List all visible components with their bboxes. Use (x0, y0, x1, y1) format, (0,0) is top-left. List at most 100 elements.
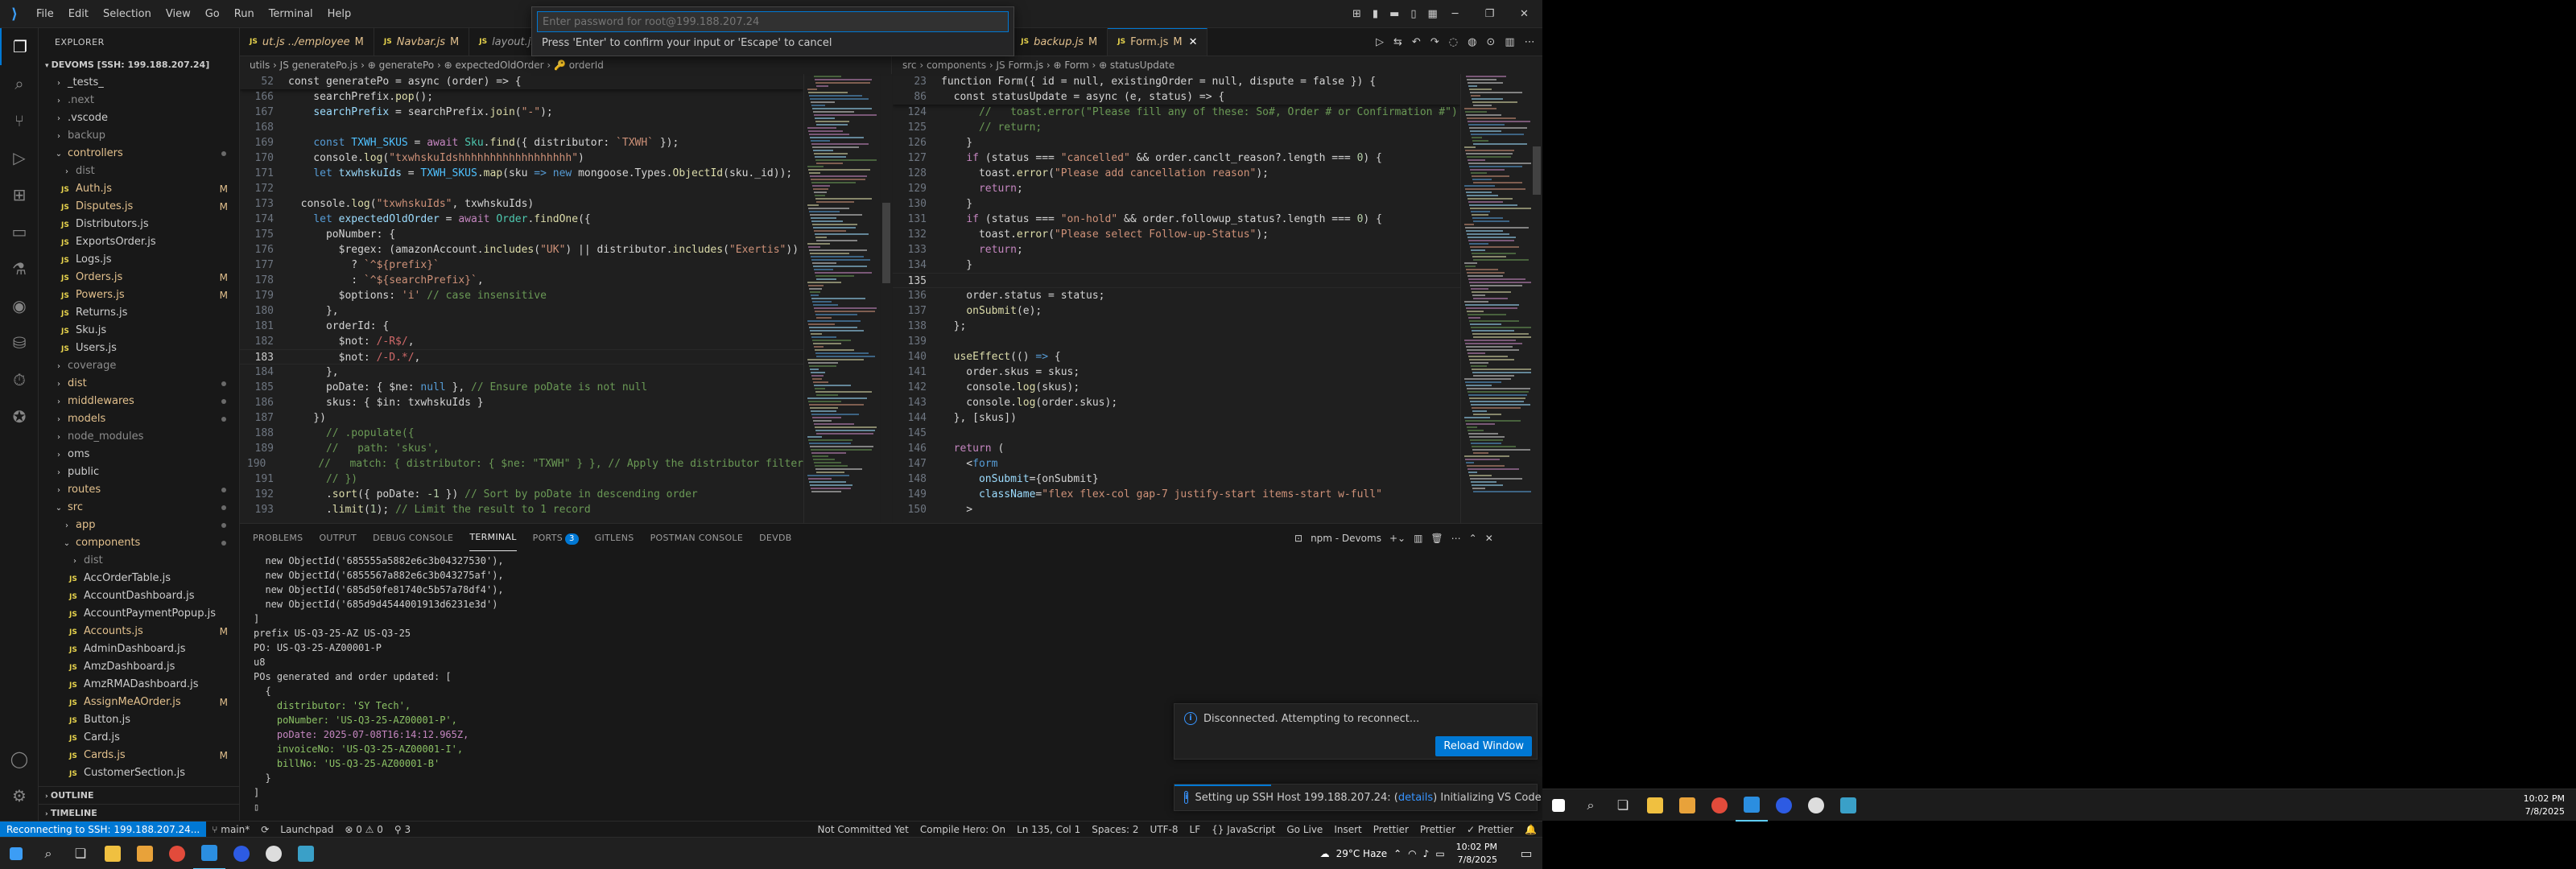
prettier-3[interactable]: ✓ Prettier (1461, 822, 1519, 838)
tab-close-icon[interactable]: ✕ (1189, 28, 1198, 56)
account-icon[interactable]: ⊞ (1352, 8, 1361, 20)
split-terminal-icon[interactable]: ▥ (1414, 533, 1422, 544)
minimap-left[interactable] (803, 74, 880, 523)
tree-file[interactable]: JS Disputes.js M (39, 198, 239, 216)
prettier-2[interactable]: Prettier (1414, 822, 1461, 838)
more-actions-icon[interactable]: ⋯ (1525, 36, 1535, 48)
scrollbar-right[interactable] (1531, 74, 1542, 523)
remote-indicator[interactable]: Reconnecting to SSH: 199.188.207.24... (0, 821, 207, 837)
cursor-position[interactable]: Ln 135, Col 1 (1011, 822, 1086, 838)
panel-tab-terminal[interactable]: TERMINAL (469, 525, 517, 551)
close-panel-icon[interactable]: ✕ (1485, 533, 1493, 544)
password-input[interactable] (537, 11, 1009, 32)
language-mode[interactable]: {} JavaScript (1206, 822, 1281, 838)
tree-file[interactable]: JS Auth.js M (39, 180, 239, 198)
tree-folder[interactable]: ⌄ controllers (39, 145, 239, 163)
breadcrumb-left[interactable]: utils › JS generatePo.js › ⊕ generatePo … (240, 56, 891, 74)
notifications-bell-icon[interactable]: 🔔 (1519, 822, 1542, 838)
preview-icon[interactable]: ⊙ (1486, 36, 1495, 48)
kill-terminal-icon[interactable]: 🗑 (1430, 533, 1443, 544)
run-debug-icon[interactable]: ▷ (0, 139, 39, 176)
scrollbar-left[interactable] (881, 74, 892, 523)
launchpad-item[interactable]: Launchpad (275, 822, 339, 838)
windows-start-icon[interactable] (0, 838, 32, 869)
code-editor-right[interactable]: 23 function Form({ id = null, existingOrd… (893, 74, 1460, 523)
more-icon[interactable]: ⋯ (1451, 533, 1461, 544)
menu-terminal[interactable]: Terminal (262, 0, 320, 28)
sync-icon[interactable]: ⟳ (255, 822, 275, 838)
ports-indicator[interactable]: ⚲ 3 (389, 822, 416, 838)
tray-chevron-icon[interactable]: ⌃ (1393, 848, 1402, 859)
app2-icon[interactable] (290, 838, 322, 869)
database-icon[interactable]: ⛁ (0, 324, 39, 361)
tree-folder[interactable]: › routes (39, 481, 239, 499)
store-icon[interactable] (1671, 789, 1703, 822)
tree-file[interactable]: JS Card.js (39, 729, 239, 747)
back-icon[interactable]: ↶ (1412, 36, 1421, 48)
remote-explorer-icon[interactable]: ▭ (0, 213, 39, 250)
chrome-icon[interactable] (1703, 789, 1736, 822)
store-icon[interactable] (129, 838, 161, 869)
terminal-output[interactable]: new ObjectId('685555a5882e6c3b04327530')… (240, 552, 1542, 814)
panel-tab-devdb[interactable]: DEVDB (759, 524, 791, 552)
clock[interactable]: 10:02 PM 7/8/2025 (1456, 841, 1497, 867)
search-icon[interactable]: ⌕ (32, 838, 64, 869)
tree-folder[interactable]: › models (39, 410, 239, 428)
new-terminal-icon[interactable]: +⌄ (1389, 533, 1406, 544)
gitlens-icon[interactable]: ◉ (0, 287, 39, 324)
app-icon[interactable] (258, 838, 290, 869)
maximize-icon[interactable]: ❐ (1472, 8, 1507, 20)
tree-folder[interactable]: › public (39, 463, 239, 481)
indentation[interactable]: Spaces: 2 (1086, 822, 1144, 838)
tree-folder[interactable]: › coverage (39, 357, 239, 375)
menu-view[interactable]: View (159, 0, 198, 28)
file-explorer-icon[interactable] (97, 838, 129, 869)
panel-tab-problems[interactable]: PROBLEMS (253, 524, 303, 552)
minimap-right[interactable] (1460, 74, 1535, 523)
app-icon[interactable] (1800, 789, 1832, 822)
editor-tab[interactable]: JS Form.js M ✕ (1108, 28, 1208, 56)
tree-folder[interactable]: ⌄ src (39, 499, 239, 517)
branch-indicator[interactable]: ⑂ main* (206, 822, 255, 838)
close-icon[interactable]: ✕ (1507, 8, 1542, 20)
compare-icon[interactable]: ⇆ (1393, 36, 1402, 48)
scroll-thumb-left[interactable] (882, 203, 890, 283)
panel-tab-output[interactable]: OUTPUT (319, 524, 357, 552)
panel-tab-postman-console[interactable]: POSTMAN CONSOLE (650, 524, 744, 552)
tree-file[interactable]: JS Distributors.js (39, 216, 239, 233)
reload-window-button[interactable]: Reload Window (1435, 736, 1532, 756)
go-live[interactable]: Go Live (1281, 822, 1328, 838)
tree-folder[interactable]: › oms (39, 446, 239, 463)
notification-center-icon[interactable]: ▭ (1510, 838, 1542, 869)
scroll-thumb-right[interactable] (1533, 146, 1541, 195)
timeline-icon[interactable]: ⏱ (0, 361, 39, 398)
editor-tab[interactable]: JS ut.js ../employee M (240, 28, 374, 56)
testing-icon[interactable]: ⚗ (0, 250, 39, 287)
tree-file[interactable]: JS AmzRMADashboard.js (39, 676, 239, 694)
problems-indicator[interactable]: ⊗ 0 ⚠ 0 (339, 822, 389, 838)
tree-file[interactable]: JS Button.js (39, 711, 239, 729)
zoom-icon[interactable] (1768, 789, 1800, 822)
tree-file[interactable]: JS Sku.js (39, 322, 239, 340)
search-icon[interactable]: ⌕ (1575, 789, 1607, 822)
account-icon[interactable]: ◯ (0, 740, 39, 777)
open-changes-icon[interactable]: ◍ (1468, 36, 1476, 48)
tree-file[interactable]: JS AccOrderTable.js (39, 570, 239, 587)
maximize-panel-icon[interactable]: ⌃ (1469, 533, 1477, 544)
toggle-sidebar-icon[interactable]: ▮ (1373, 8, 1378, 20)
prettier-1[interactable]: Prettier (1368, 822, 1414, 838)
tree-folder[interactable]: › dist (39, 552, 239, 570)
workspace-root[interactable]: ▾ DEVOMS [SSH: 199.188.207.24] (39, 56, 239, 74)
tree-file[interactable]: JS AccountDashboard.js (39, 587, 239, 605)
editor-tab[interactable]: JS Navbar.js M (374, 28, 470, 56)
menu-go[interactable]: Go (198, 0, 227, 28)
tree-folder[interactable]: › node_modules (39, 428, 239, 446)
extensions-icon[interactable]: ⊞ (0, 176, 39, 213)
tree-folder[interactable]: ⌄ components (39, 534, 239, 552)
tree-folder[interactable]: › dist (39, 163, 239, 180)
encoding[interactable]: UTF-8 (1145, 822, 1184, 838)
tree-file[interactable]: JS ExportsOrder.js (39, 233, 239, 251)
weather-text[interactable]: 29°C Haze (1336, 848, 1388, 859)
tree-file[interactable]: JS Orders.js M (39, 269, 239, 286)
breadcrumb-right[interactable]: src › components › JS Form.js › ⊕ Form ›… (893, 56, 1542, 74)
